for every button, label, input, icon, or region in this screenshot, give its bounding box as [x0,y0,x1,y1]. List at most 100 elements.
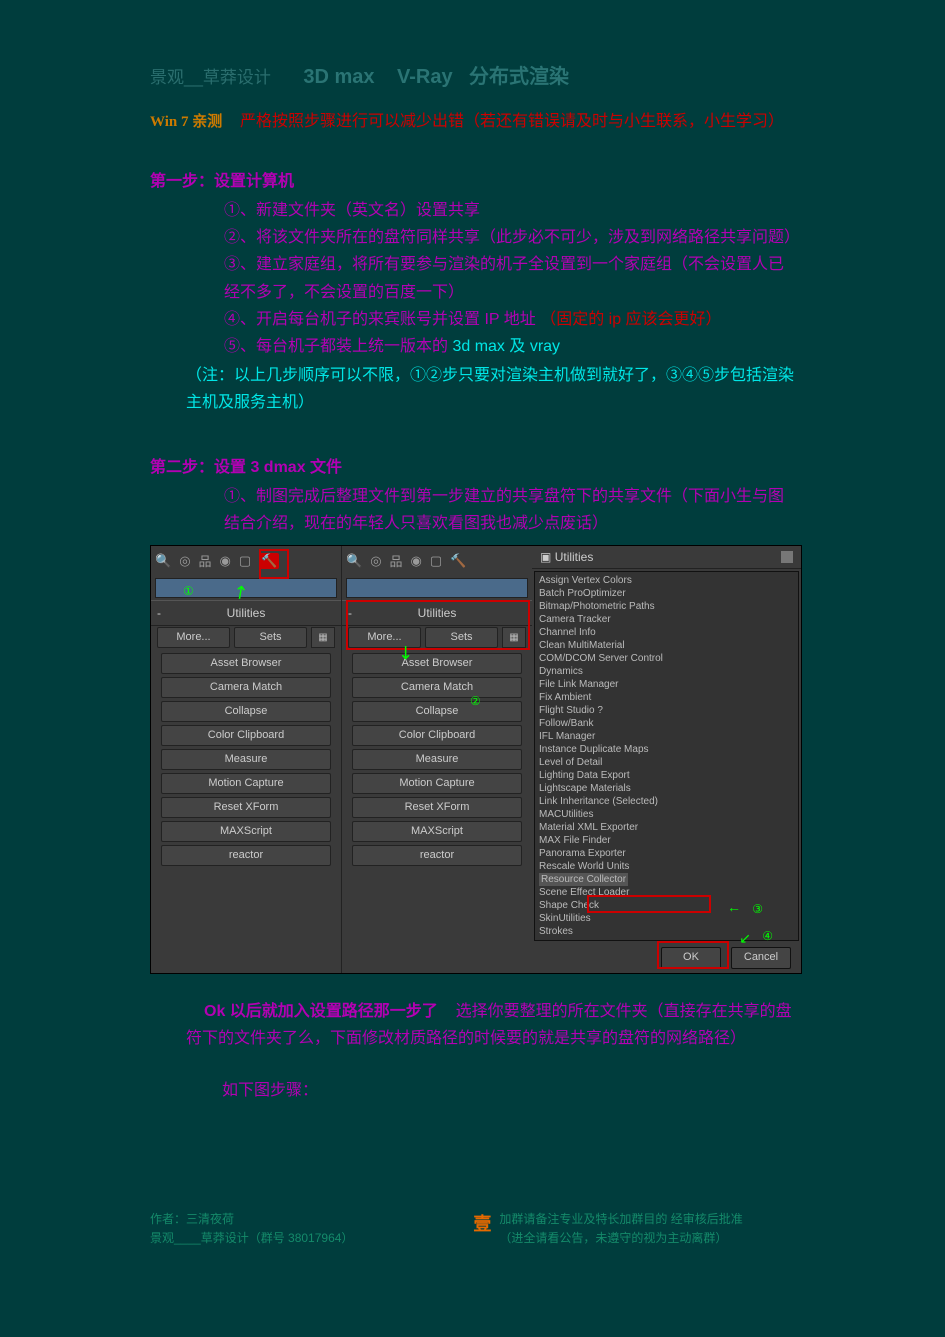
window-control-icon[interactable] [781,551,793,563]
ok-button[interactable]: OK [661,947,721,969]
list-item[interactable]: Batch ProOptimizer [539,587,794,600]
list-item[interactable]: Clean MultiMaterial [539,639,794,652]
display-icon: ▢ [239,553,251,569]
panel-section-header[interactable]: - Utilities [151,600,341,626]
list-item[interactable]: Link Inheritance (Selected) [539,795,794,808]
more-sets-row: More... Sets ▦ [342,626,532,650]
config-icon[interactable]: ▦ [311,627,335,648]
title-prefix: 景观__草莽设计 [150,68,271,87]
hierarchy-icon: 品 [390,551,403,570]
utility-button[interactable]: Measure [352,749,522,770]
collapse-icon: - [157,601,161,625]
display-icon: ▢ [430,553,442,569]
sets-button[interactable]: Sets [234,627,307,648]
page-footer: 作者：三清夜荷 景观____草莽设计（群号 38017964） 壹 加群请备注专… [150,1210,885,1248]
list-item[interactable]: Panorama Exporter [539,847,794,860]
motion-icon: ◉ [411,553,422,569]
list-item[interactable]: MAX File Finder [539,834,794,847]
utilities-screenshot: 🔍 ◎ 品 ◉ ▢ 🔨 ↗ ① - Utilities More... Se [150,545,802,974]
collapse-icon: - [348,601,352,625]
list-item[interactable]: Resource Collector [539,873,794,886]
motion-icon: ◉ [220,553,231,569]
step1-item4a: ④、开启每台机子的来宾账号并设置 IP 地址 [224,311,536,328]
utility-button[interactable]: reactor [352,845,522,866]
mark-3: ③ [752,902,763,916]
wrench-icon: 🔍 [155,553,171,569]
step2-item1: ①、制图完成后整理文件到第一步建立的共享盘符下的共享文件（下面小生与图结合介绍，… [224,483,795,537]
globe-icon: ◎ [179,553,190,569]
win7-warning: 严格按照步骤进行可以减少出错（若还有错误请及时与小生联系，小生学习） [240,113,784,130]
utility-button[interactable]: Camera Match [352,677,522,698]
utility-button[interactable]: Color Clipboard [161,725,331,746]
title-dist: 分布式渲染 [469,66,569,88]
arrow-4: ↙ [739,930,751,947]
tab-row-2: 🔍 ◎ 品 ◉ ▢ 🔨 [342,546,532,576]
utility-button[interactable]: Motion Capture [352,773,522,794]
footer-page-num: 壹 [473,1210,491,1248]
more-button[interactable]: More... [157,627,230,648]
list-item[interactable]: MACUtilities [539,808,794,821]
footer-group: 景观____草莽设计（群号 38017964） [150,1229,353,1248]
utility-button[interactable]: Camera Match [161,677,331,698]
list-item[interactable]: Channel Info [539,626,794,639]
list-item[interactable]: Camera Tracker [539,613,794,626]
hierarchy-icon: 品 [199,551,212,570]
utility-button[interactable]: reactor [161,845,331,866]
dialog-title-text: Utilities [555,550,594,564]
utility-button[interactable]: MAXScript [161,821,331,842]
step1-item4: ④、开启每台机子的来宾账号并设置 IP 地址 （固定的 ip 应该会更好） [224,306,795,333]
title-vray: V-Ray [397,66,453,88]
list-item[interactable]: Dynamics [539,665,794,678]
after-p1b: 选择你要整理的所在文件夹（直接存在共享的盘 [456,1003,792,1020]
utility-button[interactable]: Asset Browser [352,653,522,674]
utility-button[interactable]: Color Clipboard [352,725,522,746]
utility-button[interactable]: Motion Capture [161,773,331,794]
list-item[interactable]: Scene Effect Loader [539,886,794,899]
step1-item1: ①、新建文件夹（英文名）设置共享 [224,197,795,224]
step1-note: （注：以上几步顺序可以不限，①②步只要对渲染主机做到就好了，③④⑤步包括渲染主机… [186,362,795,416]
sets-button[interactable]: Sets [425,627,498,648]
tab-row: 🔍 ◎ 品 ◉ ▢ 🔨 [151,546,341,576]
rollout-bar [346,578,528,598]
list-item[interactable]: Material XML Exporter [539,821,794,834]
utilities-tab-icon[interactable]: 🔨 [259,553,279,569]
mark-2: ② [470,694,481,708]
utility-button[interactable]: MAXScript [352,821,522,842]
utility-button[interactable]: Measure [161,749,331,770]
utilities-listbox[interactable]: Assign Vertex ColorsBatch ProOptimizerBi… [534,571,799,941]
list-item[interactable]: Instance Duplicate Maps [539,743,794,756]
title-3dmax: 3D max [303,66,374,88]
config-icon[interactable]: ▦ [502,627,526,648]
list-item[interactable]: Assign Vertex Colors [539,574,794,587]
list-item[interactable]: Rescale World Units [539,860,794,873]
step1-item5b: 3d max 及 vray [452,338,560,355]
list-item[interactable]: Fix Ambient [539,691,794,704]
utility-button[interactable]: Reset XForm [352,797,522,818]
list-item[interactable]: Level of Detail [539,756,794,769]
step2-heading: 第二步：设置 3 dmax 文件 [150,453,795,477]
list-item[interactable]: Strokes [539,925,794,938]
utility-button[interactable]: Reset XForm [161,797,331,818]
list-item[interactable]: COM/DCOM Server Control [539,652,794,665]
utilities-dialog: ▣ Utilities Assign Vertex ColorsBatch Pr… [532,546,801,973]
list-item[interactable]: Bitmap/Photometric Paths [539,600,794,613]
utilities-tab-icon[interactable]: 🔨 [450,553,466,569]
utility-button[interactable]: Collapse [161,701,331,722]
win7-label: Win 7 亲测 [150,114,222,130]
list-item[interactable]: Lightscape Materials [539,782,794,795]
util-title-icon: ▣ [540,550,551,564]
list-item[interactable]: Flight Studio ? [539,704,794,717]
list-item[interactable]: Follow/Bank [539,717,794,730]
after-p3: 如下图步骤： [222,1076,795,1100]
page-title: 景观__草莽设计 3D max V-Ray 分布式渲染 [150,60,795,89]
panel-section-header[interactable]: - Utilities [342,600,532,626]
more-sets-row: More... Sets ▦ [151,626,341,650]
section-title: Utilities [227,606,266,620]
utility-button[interactable]: Collapse [352,701,522,722]
list-item[interactable]: File Link Manager [539,678,794,691]
cancel-button[interactable]: Cancel [731,947,791,969]
utility-button[interactable]: Asset Browser [161,653,331,674]
utilities-panel-left: 🔍 ◎ 品 ◉ ▢ 🔨 ↗ ① - Utilities More... Se [151,546,342,973]
list-item[interactable]: IFL Manager [539,730,794,743]
list-item[interactable]: Lighting Data Export [539,769,794,782]
